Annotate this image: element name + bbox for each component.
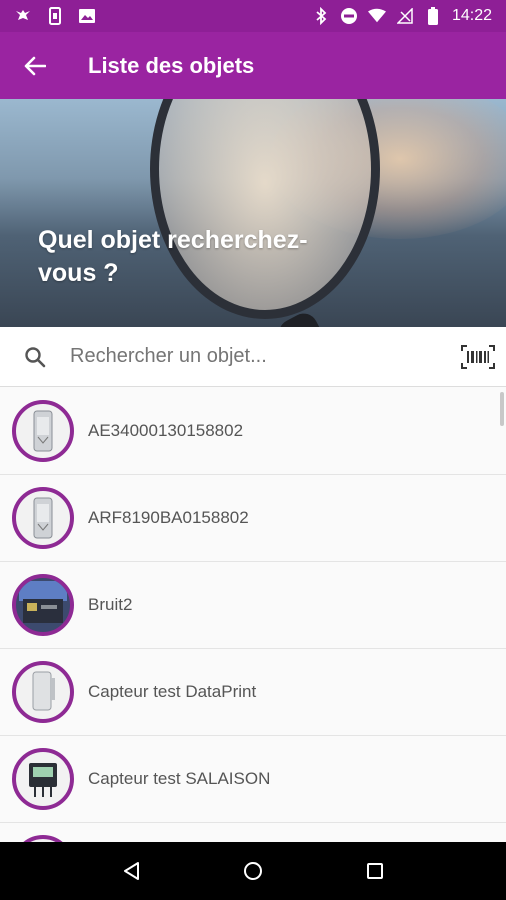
image-icon xyxy=(78,7,96,25)
triangle-back-icon xyxy=(124,862,139,880)
status-right-icons: 14:22 xyxy=(312,7,492,25)
back-button[interactable] xyxy=(0,32,70,99)
arrow-left-icon xyxy=(24,56,46,75)
list-item-partial[interactable] xyxy=(0,823,506,842)
list-item-label: Capteur test SALAISON xyxy=(88,769,271,788)
wifi-icon xyxy=(367,7,386,25)
status-time: 14:22 xyxy=(451,7,492,24)
hero-headline: Quel objet recherchez-vous ? xyxy=(38,226,308,287)
phone-icon xyxy=(46,7,64,25)
list-item-label: ARF8190BA0158802 xyxy=(88,508,249,527)
status-left-icons xyxy=(14,7,96,25)
nav-recents-button[interactable] xyxy=(355,851,395,891)
sensor-icon xyxy=(12,661,74,723)
app-bar: Liste des objets xyxy=(0,32,506,99)
barcode-icon xyxy=(461,344,495,369)
list-item[interactable]: AE34000130158802 xyxy=(0,388,506,475)
list-item[interactable]: ARF8190BA0158802 xyxy=(0,475,506,562)
do-not-disturb-icon xyxy=(340,7,358,25)
search-icon xyxy=(0,346,70,368)
battery-icon xyxy=(424,7,442,25)
no-signal-icon xyxy=(396,7,414,25)
bluetooth-icon xyxy=(312,7,330,25)
nav-home-button[interactable] xyxy=(233,851,273,891)
object-list: AE34000130158802 ARF8190BA0158802 Bruit2… xyxy=(0,388,506,842)
search-bar xyxy=(0,327,506,387)
notification-icon xyxy=(14,7,32,25)
square-recents-icon xyxy=(367,863,383,879)
list-item[interactable]: Capteur test DataPrint xyxy=(0,649,506,736)
nav-back-button[interactable] xyxy=(111,851,151,891)
search-input[interactable] xyxy=(70,345,450,368)
list-item-label: Capteur test DataPrint xyxy=(88,682,257,701)
barcode-scan-button[interactable] xyxy=(450,344,506,369)
system-nav-bar xyxy=(0,842,506,900)
hero-banner: Quel objet recherchez-vous ? xyxy=(0,99,506,327)
sensor-icon xyxy=(12,835,74,842)
page-title: Liste des objets xyxy=(88,52,255,78)
device-board-icon xyxy=(12,574,74,636)
list-item[interactable]: Capteur test SALAISON xyxy=(0,736,506,823)
status-bar: 14:22 xyxy=(0,0,506,32)
scrollbar-thumb[interactable] xyxy=(500,392,504,426)
circle-home-icon xyxy=(244,862,262,880)
sensor-icon xyxy=(12,400,74,462)
list-item-label: AE34000130158802 xyxy=(88,421,244,440)
data-logger-icon xyxy=(12,748,74,810)
list-item[interactable]: Bruit2 xyxy=(0,562,506,649)
sensor-icon xyxy=(12,487,74,549)
list-item-label: Bruit2 xyxy=(88,595,133,614)
